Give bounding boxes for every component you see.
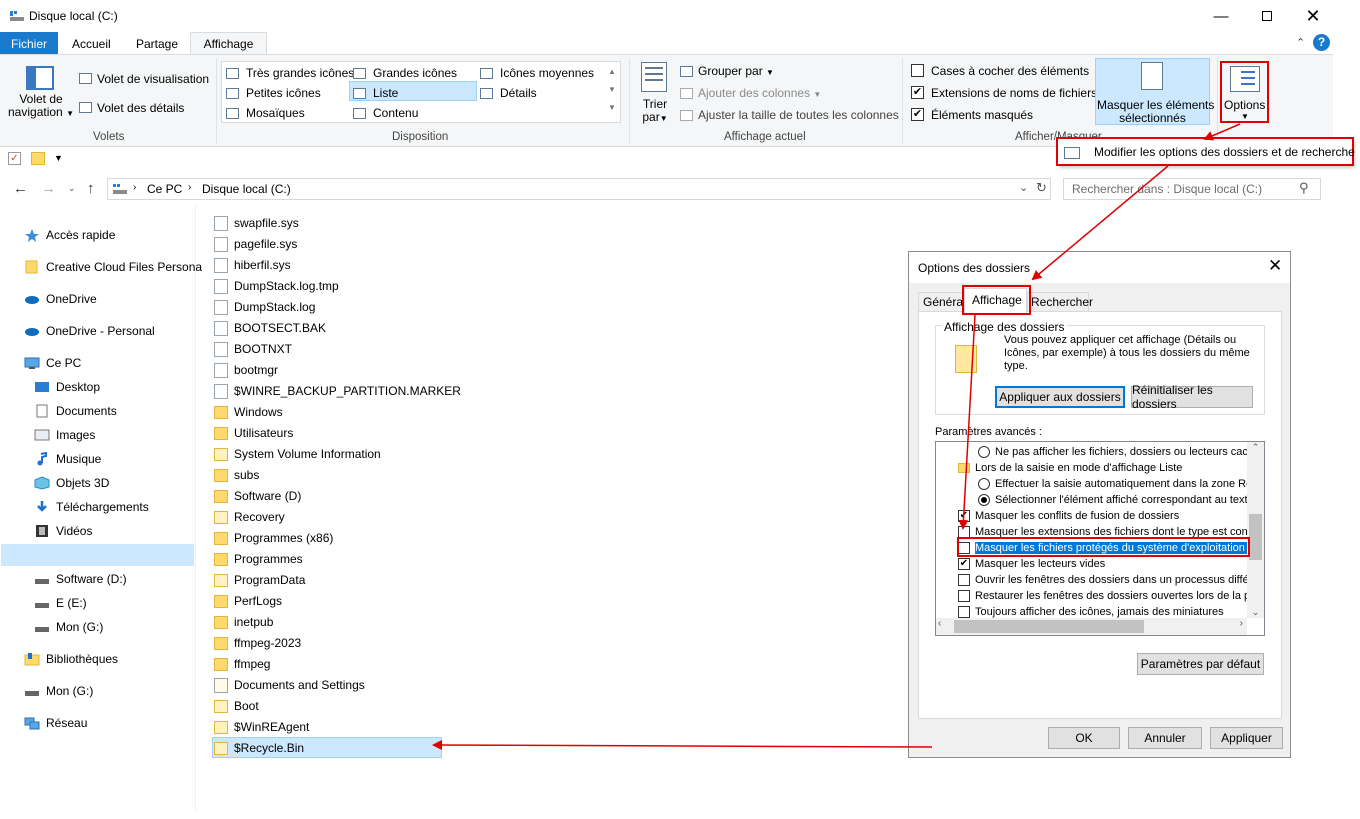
arrow-options-to-menu	[1203, 123, 1241, 141]
arrow-dialog-to-recycle	[432, 740, 933, 751]
arrow-tab-to-setting	[958, 314, 976, 530]
annotation-arrows	[432, 123, 1241, 751]
arrow-menu-to-tab	[1031, 165, 1169, 281]
